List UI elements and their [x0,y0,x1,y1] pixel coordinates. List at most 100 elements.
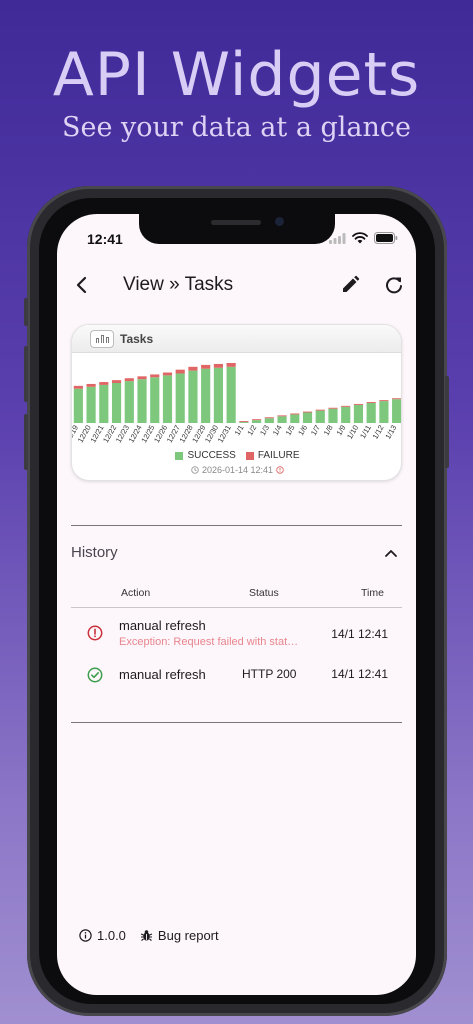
bar-success-22 [353,404,364,423]
x-tick-label: 12/31 [216,424,233,445]
app-bar: View » Tasks [57,270,416,300]
x-tick-label: 1/13 [383,424,398,441]
bar-failure-18 [302,411,313,413]
edit-button[interactable] [337,272,363,298]
bar-failure-11 [213,363,223,368]
bar-success-0 [73,388,83,423]
back-arrow-icon [76,276,87,294]
bar-failure-15 [264,417,274,419]
bar-failure-5 [137,376,147,380]
row-time: 14/1 12:41 [331,627,388,641]
legend-label-failure: FAILURE [257,450,300,461]
bug-report-link[interactable]: Bug report [140,928,219,943]
battery-icon [374,232,398,244]
divider-bottom [71,722,402,723]
bar-failure-13 [239,421,249,423]
column-header-status: Status [249,587,279,599]
bar-failure-20 [328,407,338,409]
phone-volume-down [24,414,28,470]
bar-success-9 [188,370,198,423]
x-tick-label: 1/2 [245,424,258,438]
pencil-icon [343,275,360,292]
bar-chart-icon [90,329,114,348]
legend-swatch-success [175,451,184,460]
bar-success-19 [315,410,325,423]
bar-failure-21 [341,405,351,407]
refresh-icon [386,277,402,294]
bar-success-15 [264,418,274,423]
bar-failure-12 [226,363,236,367]
bar-success-10 [201,368,211,423]
bar-failure-14 [252,419,262,421]
notch [139,214,335,244]
row-time: 14/1 12:41 [331,667,388,681]
app-screen: 12:41 View » Tasks Tasks 12/19 12/20 12/… [57,214,416,995]
history-row[interactable]: manual refresh HTTP 200 14/1 12:41 [71,666,402,690]
history-title: History [71,544,118,561]
row-action: manual refresh [119,618,206,633]
bar-success-8 [175,373,185,423]
legend-item-success: SUCCESS [175,450,236,461]
error-circle-icon [87,625,103,641]
page-title: View » Tasks [123,274,234,295]
chevron-up-icon[interactable] [384,548,398,558]
version-info[interactable]: 1.0.0 [79,928,126,943]
clock-icon [191,466,200,474]
widget-title: Tasks [120,331,154,346]
bug-icon [140,930,153,941]
x-tick-label: 1/6 [296,424,309,438]
back-button[interactable] [69,272,95,298]
legend-swatch-failure [245,451,254,460]
bar-success-23 [366,403,376,423]
bar-success-7 [162,375,173,423]
bar-failure-0 [73,385,83,389]
column-header-action: Action [121,587,151,599]
x-tick-label: 1/10 [345,424,360,441]
status-icons [329,232,398,244]
bar-failure-2 [99,382,109,385]
bar-success-2 [99,384,109,423]
status-time: 12:41 [87,231,123,247]
bar-success-11 [213,367,223,423]
refresh-button[interactable] [381,272,407,298]
widget-timestamp-text: 2026-01-14 12:41 [201,465,274,475]
version-text: 1.0.0 [97,928,126,943]
x-tick-label: 1/1 [233,424,246,438]
divider-top [71,525,402,526]
bar-failure-17 [290,413,300,415]
bar-failure-7 [162,372,173,376]
tasks-chart: 12/1912/2012/2112/2212/2312/2412/2512/26… [72,363,401,445]
widget-header: Tasks [72,325,401,353]
camera [275,217,284,226]
bar-failure-24 [379,400,389,402]
warning-icon [275,466,284,474]
speaker [211,220,261,225]
bar-success-1 [86,386,96,423]
bar-failure-19 [315,409,325,411]
bar-failure-8 [175,369,185,374]
bar-failure-9 [188,366,198,371]
bar-success-14 [252,420,262,423]
bar-failure-25 [392,398,401,400]
x-tick-label: 1/8 [322,424,335,438]
x-tick-label: 1/4 [271,424,284,438]
info-icon [79,929,92,942]
check-circle-icon [87,667,103,683]
widget-timestamp: 2026-01-14 12:41 [72,465,401,475]
bar-success-16 [277,416,287,423]
bar-success-6 [150,377,160,423]
row-status: HTTP 200 [242,667,297,681]
bar-failure-16 [277,415,287,417]
bar-success-20 [328,408,338,423]
legend-item-failure: FAILURE [245,450,300,461]
x-tick-label: 1/7 [309,424,322,438]
phone-volume-up [24,346,28,402]
promo-subtitle: See your data at a glance [61,112,412,143]
tasks-widget[interactable]: Tasks 12/19 12/20 12/21 12/22 12/23 12/24 12/2… [71,324,402,481]
history-row[interactable]: manual refresh Exception: Request failed… [71,618,402,658]
x-tick-label: 1/3 [258,424,271,438]
bar-failure-10 [201,364,211,369]
bug-report-text: Bug report [157,928,219,943]
history-header[interactable]: History [71,544,402,564]
bar-success-21 [341,406,351,423]
